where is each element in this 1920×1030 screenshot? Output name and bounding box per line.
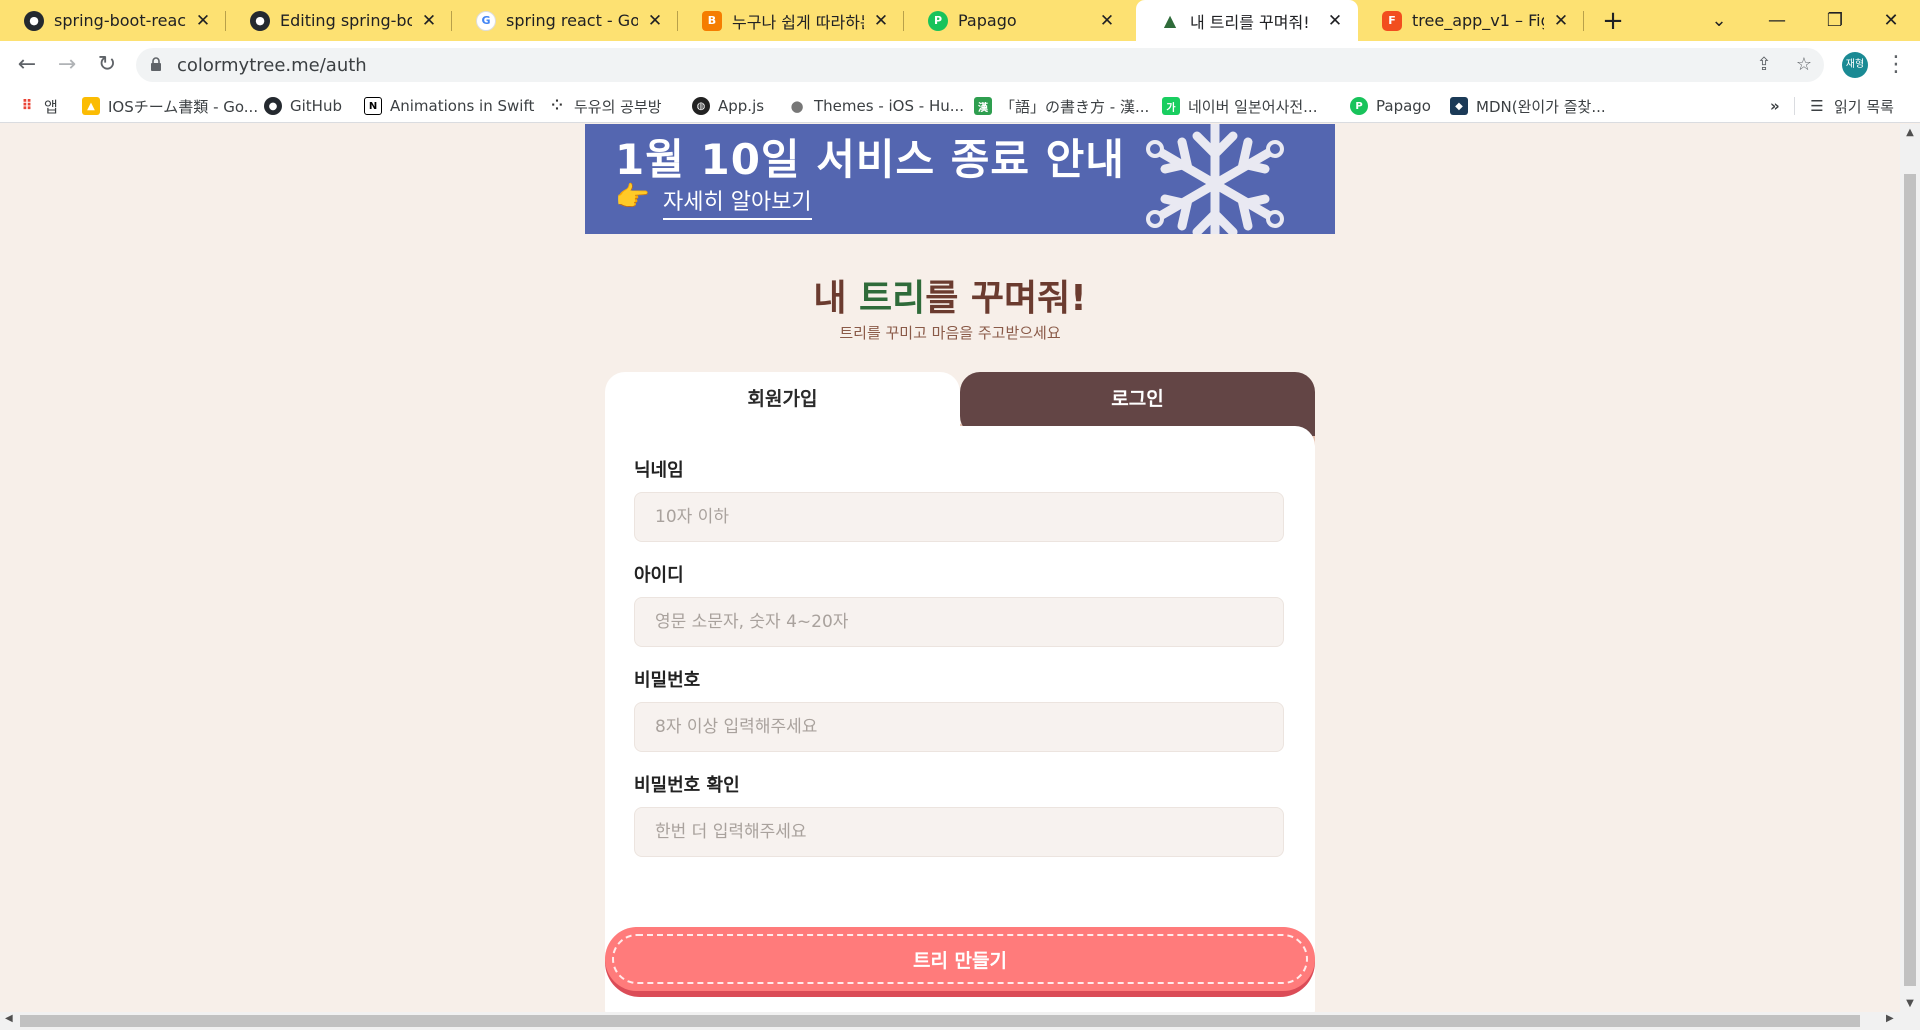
google-drive-icon: ▲	[82, 97, 100, 115]
papago-icon: P	[1350, 97, 1368, 115]
horizontal-scroll-thumb[interactable]	[20, 1015, 1860, 1027]
nickname-input[interactable]	[634, 492, 1284, 542]
new-tab-button[interactable]: +	[1598, 6, 1628, 36]
browser-toolbar: ← → ↻ colormytree.me/auth ⇪ ☆ 재형 ⋮	[0, 41, 1920, 89]
bookmarks-divider	[1794, 97, 1795, 115]
google-icon: G	[476, 10, 496, 31]
browser-tab[interactable]: ● spring-boot-react-ex ✕	[0, 0, 226, 41]
bookmark-star-icon[interactable]: ☆	[1792, 54, 1816, 78]
figma-icon: F	[1382, 10, 1402, 31]
vertical-scrollbar[interactable]: ▲ ▼	[1900, 124, 1920, 1012]
reload-icon[interactable]: ↻	[92, 50, 122, 80]
restore-button[interactable]: ❐	[1806, 0, 1864, 41]
scroll-down-arrow-icon[interactable]: ▼	[1900, 998, 1920, 1009]
url-text[interactable]: colormytree.me/auth	[177, 55, 367, 76]
vertical-scroll-thumb[interactable]	[1904, 174, 1916, 986]
close-tab-icon[interactable]: ✕	[872, 11, 890, 31]
nickname-label: 닉네임	[634, 460, 684, 481]
bookmark-item[interactable]: ● Themes - iOS - Hu...	[788, 95, 964, 117]
browser-tab[interactable]: G spring react - Google ✕	[452, 0, 678, 41]
tab-signup[interactable]: 회원가입	[605, 372, 960, 432]
browser-tab[interactable]: P Papago ✕	[904, 0, 1130, 41]
github-icon: ●	[250, 10, 270, 31]
lock-icon	[151, 57, 161, 71]
browser-tab[interactable]: ● Editing spring-boot-r ✕	[226, 0, 452, 41]
bookmark-item[interactable]: ◆ MDN(완이가 즐찾...	[1450, 95, 1606, 117]
address-bar[interactable]: colormytree.me/auth ⇪ ☆	[136, 48, 1824, 82]
forward-arrow-icon[interactable]: →	[52, 50, 82, 80]
bookmark-item[interactable]: ◍ App.js	[692, 95, 764, 117]
github-icon: ●	[264, 97, 282, 115]
close-tab-icon[interactable]: ✕	[1326, 11, 1344, 31]
close-tab-icon[interactable]: ✕	[194, 11, 212, 31]
snowflake-icon	[1146, 124, 1284, 234]
browser-tab[interactable]: B 누구나 쉽게 따라하는 ✕	[678, 0, 904, 41]
apps-grid-icon: ⠿	[21, 98, 33, 114]
password-confirm-label: 비밀번호 확인	[634, 775, 740, 796]
browser-tab-strip: ● spring-boot-react-ex ✕ ● Editing sprin…	[0, 0, 1920, 41]
browser-tab[interactable]: F tree_app_v1 – Figma ✕	[1358, 0, 1584, 41]
id-input[interactable]	[634, 597, 1284, 647]
minimize-button[interactable]: —	[1748, 0, 1806, 41]
close-tab-icon[interactable]: ✕	[1552, 11, 1570, 31]
globe-icon: ◍	[692, 97, 710, 115]
back-arrow-icon[interactable]: ←	[12, 50, 42, 80]
bookmark-item[interactable]: P Papago	[1350, 95, 1431, 117]
close-tab-icon[interactable]: ✕	[420, 11, 438, 31]
pointing-hand-icon: 👉	[615, 180, 650, 213]
bookmark-item[interactable]: N Animations in Swift	[364, 95, 534, 117]
tab-search-chevron-icon[interactable]: ⌄	[1690, 0, 1748, 41]
reading-list-icon: ☰	[1810, 97, 1824, 115]
bookmark-apps[interactable]: ⠿ 앱	[18, 95, 58, 117]
bookmark-item[interactable]: ⁘ 두유의 공부방	[548, 95, 661, 117]
password-input[interactable]	[634, 702, 1284, 752]
menu-kebab-icon[interactable]: ⋮	[1884, 50, 1908, 80]
close-tab-icon[interactable]: ✕	[1098, 11, 1116, 31]
notion-icon: N	[364, 97, 382, 115]
scroll-right-arrow-icon[interactable]: ▶	[1886, 1013, 1894, 1024]
banner-learn-more-link[interactable]: 자세히 알아보기	[663, 184, 812, 220]
share-icon[interactable]: ⇪	[1752, 54, 1776, 78]
blogger-icon: B	[702, 10, 722, 31]
close-window-button[interactable]: ✕	[1862, 0, 1920, 41]
horizontal-scrollbar[interactable]: ◀ ▶	[0, 1012, 1920, 1030]
close-tab-icon[interactable]: ✕	[646, 11, 664, 31]
browser-tab-active[interactable]: ▲ 내 트리를 꾸며줘! ✕	[1136, 0, 1358, 41]
mdn-icon: ◆	[1450, 97, 1468, 115]
bookmark-item[interactable]: 가 네이버 일본어사전...	[1162, 95, 1317, 117]
reading-list-button[interactable]: ☰ 읽기 목록	[1808, 95, 1894, 117]
naver-dict-icon: 가	[1162, 97, 1180, 115]
page-viewport: 1월 10일 서비스 종료 안내 👉 자세히 알아보기 내 트리를 꾸며줘! 트…	[0, 124, 1900, 1012]
service-end-banner[interactable]: 1월 10일 서비스 종료 안내 👉 자세히 알아보기	[585, 124, 1335, 234]
id-label: 아이디	[634, 565, 684, 586]
bookmark-item[interactable]: ● GitHub	[264, 95, 342, 117]
papago-icon: P	[928, 10, 948, 31]
scroll-left-arrow-icon[interactable]: ◀	[5, 1013, 13, 1024]
app-brand-title: 내 트리를 꾸며줘!	[813, 278, 1087, 319]
tree-icon: ▲	[1163, 11, 1177, 30]
password-confirm-input[interactable]	[634, 807, 1284, 857]
bookmark-item[interactable]: ▲ IOSチーム書類 - Go...	[82, 95, 258, 117]
kanji-icon: 漢	[974, 97, 992, 115]
apple-icon: ●	[790, 97, 804, 115]
create-tree-button[interactable]: 트리 만들기	[605, 927, 1315, 997]
github-icon: ●	[24, 10, 44, 31]
bookmark-item[interactable]: 漢 「語」の書き方 - 漢...	[974, 95, 1149, 117]
bookmarks-bar: ⠿ 앱 ▲ IOSチーム書類 - Go... ● GitHub N Animat…	[0, 89, 1920, 123]
banner-headline: 1월 10일 서비스 종료 안내	[615, 135, 1125, 184]
scroll-up-arrow-icon[interactable]: ▲	[1900, 127, 1920, 138]
app-tagline: 트리를 꾸미고 마음을 주고받으세요	[839, 324, 1061, 342]
profile-avatar[interactable]: 재형	[1842, 52, 1868, 78]
dots-icon: ⁘	[551, 98, 563, 114]
bookmarks-overflow-button[interactable]: »	[1770, 95, 1780, 117]
password-label: 비밀번호	[634, 670, 701, 691]
